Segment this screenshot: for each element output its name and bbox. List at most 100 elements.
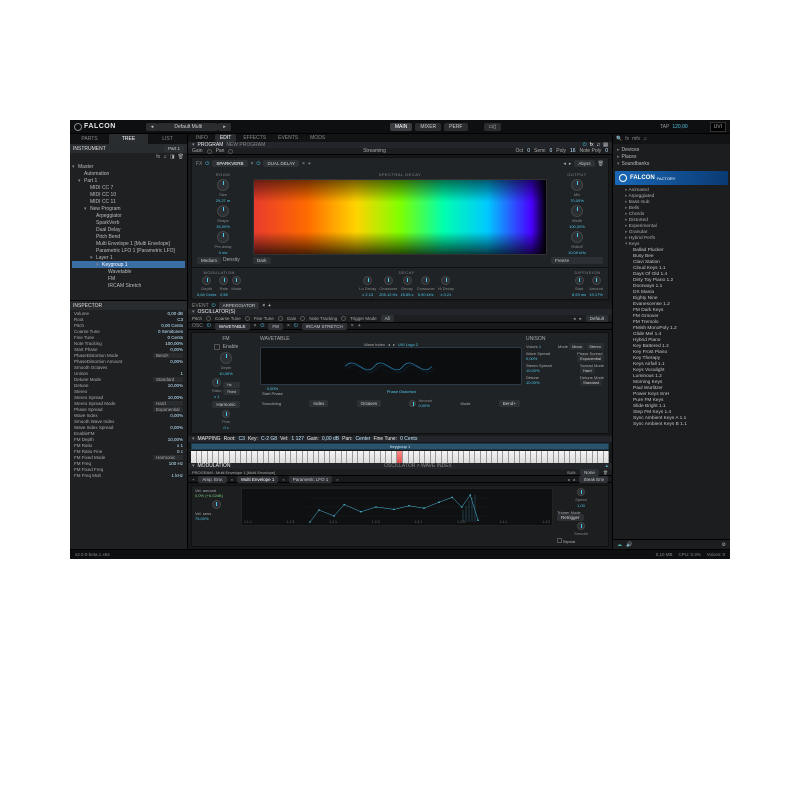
tree-item[interactable]: Wavetable xyxy=(72,268,185,275)
fx-knob[interactable]: Decay15,65 s xyxy=(400,276,413,297)
phasespread-dd[interactable]: Exponential xyxy=(577,355,604,362)
detunemode-dd[interactable]: Standard xyxy=(580,379,602,386)
tab-tree[interactable]: TREE xyxy=(109,134,148,144)
mod-preset-prev[interactable]: ◂ xyxy=(567,477,569,482)
smoothing-index-button[interactable]: Index xyxy=(309,400,328,407)
osc-notetrack-knob[interactable] xyxy=(341,316,346,321)
semi-value[interactable]: 0 xyxy=(549,148,552,154)
tree-item[interactable]: Pitch Bend xyxy=(72,233,185,240)
fx-knob[interactable]: Start8,93 ms xyxy=(572,276,586,297)
trash-icon[interactable]: 🗑 xyxy=(178,154,184,160)
streaming-label[interactable]: Streaming xyxy=(237,148,511,154)
phasedist-amount-knob[interactable]: Amount0,00% xyxy=(409,398,432,408)
map-vel-value[interactable]: 1 127 xyxy=(291,436,304,442)
src-devices[interactable]: ▸Devices xyxy=(615,146,728,153)
fm-enable-checkbox[interactable] xyxy=(214,344,220,350)
trash-icon[interactable]: 🗑 xyxy=(603,470,608,475)
arp-add-button[interactable]: + xyxy=(268,303,271,309)
tap-label[interactable]: TAP xyxy=(660,124,669,130)
bipolar-checkbox[interactable] xyxy=(557,538,562,543)
tree-item[interactable]: Multi Envelope 1 [Multi Envelope] xyxy=(72,240,185,247)
tree-item[interactable]: MIDI CC 7 xyxy=(72,184,185,191)
view-main-tab[interactable]: MAIN xyxy=(390,123,413,131)
fx-preset-next[interactable]: ▸ xyxy=(569,161,572,167)
collapse-icon[interactable]: ▾ xyxy=(192,436,195,442)
fx-knob[interactable]: Crossover205,12 Hz xyxy=(379,276,397,297)
voices-value[interactable]: 1 xyxy=(539,344,541,349)
osc-add-button[interactable]: + xyxy=(358,323,361,329)
map-root-value[interactable]: C3 xyxy=(239,436,245,442)
preset-browser-list[interactable]: AnimatedArpeggiatedBass-SubBellsChordsDi… xyxy=(613,187,730,539)
src-places[interactable]: ▸Places xyxy=(615,153,728,160)
mfx-filter-icon[interactable]: mfx xyxy=(632,136,640,142)
output-mix-knob[interactable]: Mix70,00% xyxy=(551,179,603,203)
map-pan-value[interactable]: Center xyxy=(355,436,370,442)
fm-fixed-button[interactable]: Fixed xyxy=(223,389,240,395)
search-icon[interactable]: 🔍 xyxy=(616,136,622,142)
soundbank-banner[interactable]: FALCON FACTORY xyxy=(615,171,728,185)
tree-item[interactable]: Arpeggiator xyxy=(72,212,185,219)
speaker-icon[interactable]: 🔊 xyxy=(626,542,632,548)
cloud-icon[interactable]: ☁ xyxy=(617,542,622,548)
smoothing-octaves-button[interactable]: Octaves xyxy=(357,400,382,407)
osc-preset[interactable]: Default xyxy=(586,315,608,322)
tab-info[interactable]: INFO xyxy=(191,134,213,142)
oct-value[interactable]: 0 xyxy=(527,148,530,154)
unimode-stereo[interactable]: Stereo xyxy=(586,343,604,350)
stereospread-value[interactable]: 10,00% xyxy=(526,368,540,373)
fm-depth-knob[interactable]: Depth10,00% xyxy=(219,352,233,376)
tab-list[interactable]: LIST xyxy=(148,134,187,144)
tree-item[interactable]: MIDI CC 11 xyxy=(72,198,185,205)
osc-fine-knob[interactable] xyxy=(278,316,283,321)
note-filter-icon[interactable]: ♫ xyxy=(643,136,647,142)
preset-item[interactable]: Sync Ambient Keys B 1.1 xyxy=(615,421,728,427)
tree-item[interactable]: MIDI CC 10 xyxy=(72,191,185,198)
fm-harmonic-dd[interactable]: Harmonic xyxy=(212,401,239,408)
velamt-value[interactable]: 0,0% (+6,02dB) xyxy=(195,493,223,498)
mod-preset[interactable]: Steak Env xyxy=(579,476,608,483)
poly-value[interactable]: 16 xyxy=(570,148,576,154)
osc-preset-next[interactable]: ▸ xyxy=(579,316,581,322)
unimode-mono[interactable]: Mono xyxy=(569,343,585,350)
fx-preset[interactable]: Abyss xyxy=(574,160,594,167)
room-medium-dd[interactable]: Medium xyxy=(197,257,221,264)
tab-parts[interactable]: PARTS xyxy=(70,134,109,144)
output-rolloff-knob[interactable]: Rolloff10,09 kHz xyxy=(551,231,603,255)
tab-mods[interactable]: MODS xyxy=(305,134,330,142)
keygroup-zone[interactable]: Keygroup 1 xyxy=(191,443,609,450)
map-gain-value[interactable]: 0,00 dB xyxy=(322,436,339,442)
osc-preset-prev[interactable]: ◂ xyxy=(573,316,575,322)
fx-knob[interactable]: Mode xyxy=(231,276,241,297)
tab-events[interactable]: EVENTS xyxy=(273,134,303,142)
tree-item[interactable]: ▾New Program xyxy=(72,205,185,212)
mod-program-label[interactable]: PROGRAM : Multi Envelope 1 [Multi Envelo… xyxy=(192,470,275,475)
tree-item[interactable]: Automation xyxy=(72,170,185,177)
wavespread-value[interactable]: 0,00% xyxy=(526,356,537,361)
fx-knob[interactable]: Lo Decayx 2,13 xyxy=(359,276,376,297)
osc-tab-fm[interactable]: FM xyxy=(268,323,283,330)
trash-icon[interactable]: 🗑 xyxy=(598,161,604,167)
tempo-value[interactable]: 120,00 xyxy=(672,124,687,130)
tree-item[interactable]: Dual Delay xyxy=(72,226,185,233)
room-size-knob[interactable]: Size29,27 m xyxy=(197,179,249,203)
spectral-preset-dd[interactable]: Dark xyxy=(253,257,271,264)
mod-tab-ampenv[interactable]: Amp. Env. xyxy=(198,476,226,483)
osc-tab-wavetable[interactable]: WAVETABLE xyxy=(215,323,250,330)
fx-add-button[interactable]: + xyxy=(308,161,311,167)
pan-knob[interactable] xyxy=(228,149,233,154)
gear-icon[interactable]: ⚙ xyxy=(722,542,726,548)
osc-coarse-knob[interactable] xyxy=(245,316,250,321)
room-predelay-knob[interactable]: Pre-delay0 ms xyxy=(197,231,249,255)
arp-pill[interactable]: ARPEGGIATOR xyxy=(219,302,260,309)
tree-item[interactable]: ▾Keygroup 1 xyxy=(72,261,185,268)
tree-item[interactable]: ▾Master xyxy=(72,163,185,170)
fm-fine-knob[interactable]: Fine0 c xyxy=(222,410,230,430)
mod-tab-multienv[interactable]: Multi Envelope 1 xyxy=(237,476,278,483)
view-perf-tab[interactable]: PERF xyxy=(444,123,467,131)
fx-tab-dualdelay[interactable]: DUAL DELAY xyxy=(263,160,299,167)
inspector-row[interactable]: FM Freq Mult1 kHz xyxy=(70,472,187,478)
fx-power-icon-2[interactable]: ⏻ xyxy=(256,161,260,167)
arp-power-icon[interactable]: ⏻ xyxy=(212,303,216,309)
mod-preset-next[interactable]: ▸ xyxy=(573,477,575,482)
wavetable-display[interactable] xyxy=(260,347,522,385)
